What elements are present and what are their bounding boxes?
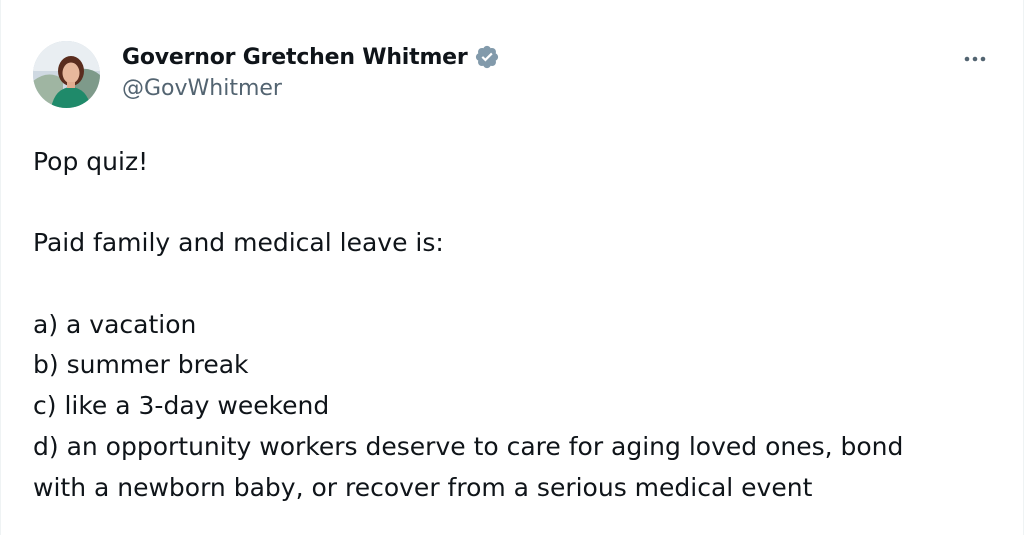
- quiz-option-d: d) an opportunity workers deserve to car…: [33, 431, 904, 461]
- user-handle[interactable]: @GovWhitmer: [122, 76, 500, 101]
- tweet-card: Governor Gretchen Whitmer @GovWhitmer Po…: [0, 0, 1024, 535]
- display-name[interactable]: Governor Gretchen Whitmer: [122, 45, 468, 70]
- quiz-option-c: c) like a 3-day weekend: [33, 391, 330, 421]
- quiz-option-b: b) summer break: [33, 350, 249, 380]
- avatar[interactable]: [33, 41, 100, 108]
- author-block: Governor Gretchen Whitmer @GovWhitmer: [122, 42, 500, 101]
- more-options-icon[interactable]: [955, 45, 995, 73]
- name-row: Governor Gretchen Whitmer: [122, 42, 500, 72]
- tweet-header: Governor Gretchen Whitmer @GovWhitmer: [33, 41, 1003, 111]
- tweet-line: Pop quiz!: [33, 147, 149, 176]
- tweet-line: Paid family and medical leave is:: [33, 228, 444, 258]
- avatar-photo: [33, 41, 100, 108]
- quiz-option-a: a) a vacation: [33, 309, 197, 339]
- quiz-option-d-continued: with a newborn baby, or recover from a s…: [33, 472, 813, 502]
- tweet-text: Pop quiz! Paid family and medical leave …: [33, 142, 993, 508]
- verified-badge-icon[interactable]: [474, 44, 500, 70]
